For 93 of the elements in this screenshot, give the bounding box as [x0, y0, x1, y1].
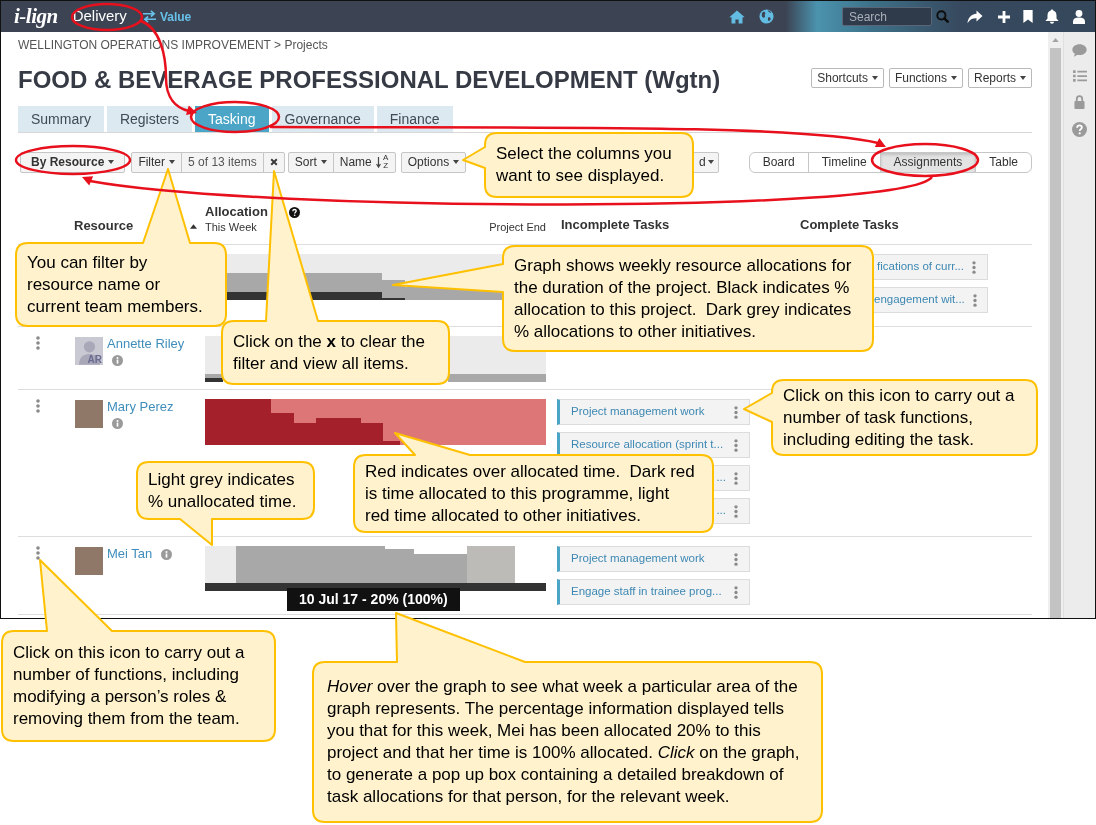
- close-icon: [269, 158, 278, 166]
- caret-icon: [707, 160, 714, 164]
- task-card[interactable]: fications of curr...: [874, 254, 988, 280]
- column-header[interactable]: Resource: [74, 218, 134, 234]
- info-icon[interactable]: [112, 355, 123, 366]
- plus-icon[interactable]: [998, 10, 1010, 23]
- kebab-menu-icon[interactable]: [734, 471, 738, 485]
- share-arrow-icon[interactable]: [967, 9, 983, 24]
- person-name-link[interactable]: Mei Tan: [107, 546, 153, 562]
- view-toggle-button[interactable]: Table: [975, 151, 1032, 173]
- help-icon[interactable]: [288, 206, 300, 218]
- bell-icon[interactable]: [1045, 9, 1059, 24]
- task-card[interactable]: Project management work: [557, 546, 750, 572]
- options-button[interactable]: Options: [400, 151, 467, 173]
- globe-icon[interactable]: [759, 9, 774, 24]
- hover-tooltip: 10 Jul 17 - 20% (100%): [287, 588, 460, 611]
- callout-text: Red indicates over allocated time. Dark red is time allocated to this programme, light red time allocated to other initiatives.: [365, 460, 696, 527]
- filter-button[interactable]: Filter: [131, 151, 183, 173]
- caret-icon: [169, 160, 176, 164]
- sort-arrow-icon: [375, 156, 381, 168]
- clear-filter-button[interactable]: [262, 151, 285, 173]
- kebab-menu-icon[interactable]: [734, 585, 738, 599]
- callout-text: Graph shows weekly resource allocations for the duration of the project. Black indicates % allocation to this project. Dark grey indicates % allocations to other initiatives.: [514, 254, 853, 343]
- dropdown-button[interactable]: Functions: [888, 68, 963, 88]
- kebab-menu-icon[interactable]: [972, 260, 976, 274]
- scroll-up-arrow-icon[interactable]: [1052, 38, 1059, 42]
- task-card[interactable]: ...: [714, 498, 750, 524]
- callout-text: Click on the x to clear the filter and view all items.: [233, 330, 426, 375]
- project-allocation-area[interactable]: [205, 399, 400, 445]
- kebab-menu-icon[interactable]: [972, 293, 977, 307]
- filter-count: 5 of 13 items: [181, 151, 264, 173]
- caret-icon: [950, 76, 957, 80]
- kebab-menu-icon[interactable]: [36, 336, 40, 350]
- sort-ascending-icon[interactable]: [190, 223, 197, 229]
- view-toggle-button[interactable]: Timeline: [807, 151, 881, 173]
- task-card[interactable]: Engage staff in trainee prog...: [557, 579, 750, 605]
- tab[interactable]: Summary: [18, 106, 104, 132]
- comment-icon[interactable]: [1072, 44, 1087, 57]
- caret-icon: [108, 160, 115, 164]
- view-toggle-button[interactable]: Board: [748, 151, 809, 173]
- kebab-menu-icon[interactable]: [36, 546, 40, 560]
- column-subheader: Project End: [489, 220, 546, 234]
- tab[interactable]: Finance: [376, 106, 453, 132]
- task-card[interactable]: engagement wit...: [874, 287, 988, 313]
- callout-text: Hover over the graph to see what week a particular area of the graph represents. The percentage information displayed tells you that for this week, Mei has been allocated 20% to this project and that her time is 100% allocated. Click on the graph, to generate a pop up box containing a detailed breakdown of task allocations for that person, for the relevant week.: [327, 676, 801, 808]
- person-name-link[interactable]: Mary Perez: [107, 399, 174, 415]
- sort-field-button[interactable]: Name A Z: [332, 151, 396, 173]
- info-icon[interactable]: [161, 548, 173, 560]
- photo-placeholder: [75, 547, 103, 575]
- kebab-menu-icon[interactable]: [36, 399, 40, 413]
- task-card[interactable]: ...: [714, 465, 750, 491]
- dropdown-button[interactable]: Reports: [967, 68, 1032, 88]
- search-field[interactable]: Search: [842, 7, 932, 26]
- module-menu-link[interactable]: Delivery: [72, 5, 127, 28]
- callout-text: Select the columns you want to see displayed.: [496, 143, 673, 187]
- column-subheader: This Week: [205, 220, 257, 234]
- callout-text: You can filter by resource name or current team members.: [27, 251, 204, 318]
- bookmark-icon[interactable]: [1023, 10, 1033, 23]
- kebab-menu-icon[interactable]: [734, 405, 738, 419]
- caret-icon: [871, 76, 878, 80]
- callout-text: Click on this icon to carry out a number of task functions, including editing the task.: [783, 384, 1016, 451]
- person-name-link[interactable]: Annette Riley: [107, 336, 185, 352]
- view-toggle-button[interactable]: Assignments: [879, 151, 977, 173]
- caret-icon: [1020, 76, 1026, 80]
- list-icon[interactable]: [1072, 70, 1087, 82]
- switch-module-link[interactable]: Value: [141, 7, 192, 26]
- photo-placeholder: [75, 400, 103, 428]
- app-logo[interactable]: i-lign: [14, 6, 58, 27]
- user-icon[interactable]: [1073, 9, 1085, 24]
- tab[interactable]: Governance: [271, 106, 374, 132]
- column-header: Allocation: [205, 204, 268, 220]
- callout-text: Click on this icon to carry out a number of functions, including modifying a person’s roles & removing them from the team.: [13, 642, 246, 730]
- task-card[interactable]: Project management work: [557, 399, 750, 425]
- sort-button[interactable]: Sort: [287, 151, 334, 173]
- group-by-button[interactable]: By Resource: [20, 151, 126, 173]
- home-icon[interactable]: [729, 9, 745, 24]
- avatar-initials: AR: [87, 354, 102, 365]
- tab[interactable]: Registers: [106, 106, 193, 132]
- swap-arrows-icon: [141, 10, 157, 23]
- column-header: Complete Tasks: [800, 217, 899, 232]
- caret-icon: [320, 160, 327, 164]
- search-icon[interactable]: [936, 10, 949, 23]
- kebab-menu-icon[interactable]: [734, 438, 738, 452]
- lock-icon[interactable]: [1074, 95, 1085, 109]
- caret-icon: [453, 160, 460, 164]
- kebab-menu-icon[interactable]: [734, 504, 738, 518]
- dropdown-button[interactable]: Shortcuts: [811, 68, 884, 88]
- kebab-menu-icon[interactable]: [734, 552, 738, 566]
- column-header: Incomplete Tasks: [561, 217, 670, 232]
- callout-text: Light grey indicates % unallocated time.: [148, 468, 298, 513]
- scrollbar-thumb[interactable]: [1050, 48, 1061, 618]
- project-allocation-area[interactable]: [205, 378, 223, 382]
- info-icon[interactable]: [112, 418, 123, 429]
